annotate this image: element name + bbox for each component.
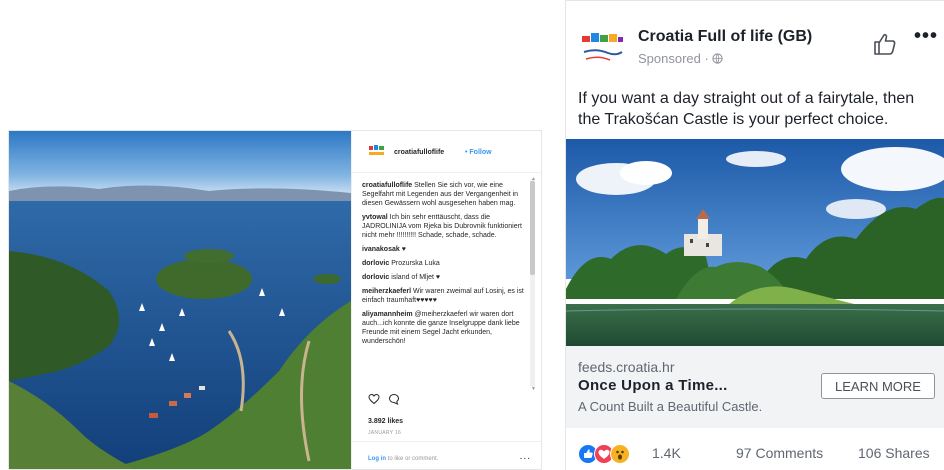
fb-page-name[interactable]: Croatia Full of life (GB) (638, 28, 812, 46)
croatia-full-of-life-logo[interactable] (578, 28, 626, 70)
fb-post-text: If you want a day straight out of a fair… (578, 90, 915, 128)
bay-island-photo (9, 131, 351, 469)
fb-post-photo[interactable] (566, 139, 944, 346)
croatia-logo-icon[interactable] (368, 144, 386, 158)
fb-sponsored-label: Sponsored · (638, 51, 724, 66)
ig-comment-user[interactable]: dorlovic (362, 274, 389, 281)
wow-reaction-icon (610, 444, 630, 464)
ig-likes-count[interactable]: 3.892 likes (368, 417, 403, 426)
ig-action-bar (368, 393, 428, 407)
ig-comment-user[interactable]: aliyamannheim (362, 311, 413, 318)
fb-link-headline[interactable]: Once Upon a Time... (578, 377, 728, 394)
ig-comment-text: island of Mljet ♥ (391, 274, 441, 281)
ig-login-rest: to like or comment. (386, 456, 439, 462)
ig-comment: meiherzkaeferl Wir waren zweimal auf Los… (362, 287, 527, 305)
globe-icon (712, 53, 724, 64)
ig-comment-user[interactable]: croatiafulloflife (362, 182, 412, 189)
ig-comment: yvtowal Ich bin sehr enttäuscht, dass di… (362, 213, 527, 240)
learn-more-button[interactable]: LEARN MORE (821, 373, 935, 399)
fb-link-preview[interactable]: feeds.croatia.hr Once Upon a Time... A C… (566, 346, 944, 428)
ig-sidebar: croatiafulloflife • Follow croatiafullof… (351, 131, 541, 469)
comment-bubble-icon[interactable] (388, 393, 400, 405)
ig-comment-user[interactable]: ivanakosak (362, 246, 400, 253)
castle-lake-photo (566, 139, 944, 346)
facebook-sponsored-post: Croatia Full of life (GB) Sponsored · ••… (565, 0, 944, 470)
fb-link-domain: feeds.croatia.hr (578, 359, 675, 375)
ig-login-link[interactable]: Log in (368, 456, 386, 462)
ig-comment-text: ♥ (401, 246, 406, 253)
scrollbar-thumb[interactable] (530, 181, 535, 275)
ig-comments-list: croatiafulloflife Stellen Sie sich vor, … (362, 181, 527, 393)
more-options-icon[interactable]: ••• (914, 25, 938, 48)
scroll-down-icon[interactable]: ▼ (531, 385, 536, 394)
ig-post-photo[interactable] (9, 131, 351, 469)
fb-link-description: A Count Built a Beautiful Castle. (578, 399, 763, 414)
ig-comment: croatiafulloflife Stellen Sie sich vor, … (362, 181, 527, 208)
ig-comments-scrollbar[interactable] (530, 179, 535, 387)
ig-comment-user[interactable]: meiherzkaeferl (362, 288, 411, 295)
thumbs-up-icon[interactable] (872, 31, 898, 57)
ig-follow-button[interactable]: • Follow (465, 148, 492, 157)
ig-follow-label: Follow (469, 149, 492, 156)
ig-username[interactable]: croatiafulloflife (394, 148, 444, 157)
ig-comment-user[interactable]: yvtowal (362, 214, 388, 221)
fb-comments-count[interactable]: 97 Comments (736, 445, 823, 461)
ig-comment: dorlovic Prozurska Luka (362, 259, 527, 268)
more-options-icon[interactable]: ... (520, 452, 531, 462)
heart-outline-icon[interactable] (368, 393, 380, 405)
ig-comment: aliyamannheim @meiherzkaeferl wir waren … (362, 310, 527, 346)
fb-engagement-bar: 1.4K 97 Comments 106 Shares (566, 436, 944, 470)
fb-shares-count[interactable]: 106 Shares (858, 445, 930, 461)
fb-reaction-count[interactable]: 1.4K (652, 445, 681, 461)
scroll-up-icon[interactable]: ▲ (531, 175, 536, 184)
ig-login-prompt: Log in to like or comment. (368, 455, 438, 464)
ig-comment-text: Prozurska Luka (391, 260, 440, 267)
fb-sponsored-text[interactable]: Sponsored · (638, 51, 712, 66)
ig-comment: dorlovic island of Mljet ♥ (362, 273, 527, 282)
ig-post-header: croatiafulloflife • Follow (352, 131, 541, 173)
ig-login-bar: Log in to like or comment. ... (352, 441, 541, 469)
ig-post-date: JANUARY 16 (368, 430, 402, 436)
instagram-post: croatiafulloflife • Follow croatiafullof… (8, 130, 542, 470)
ig-comment: ivanakosak ♥ (362, 245, 527, 254)
ig-comment-user[interactable]: dorlovic (362, 260, 389, 267)
